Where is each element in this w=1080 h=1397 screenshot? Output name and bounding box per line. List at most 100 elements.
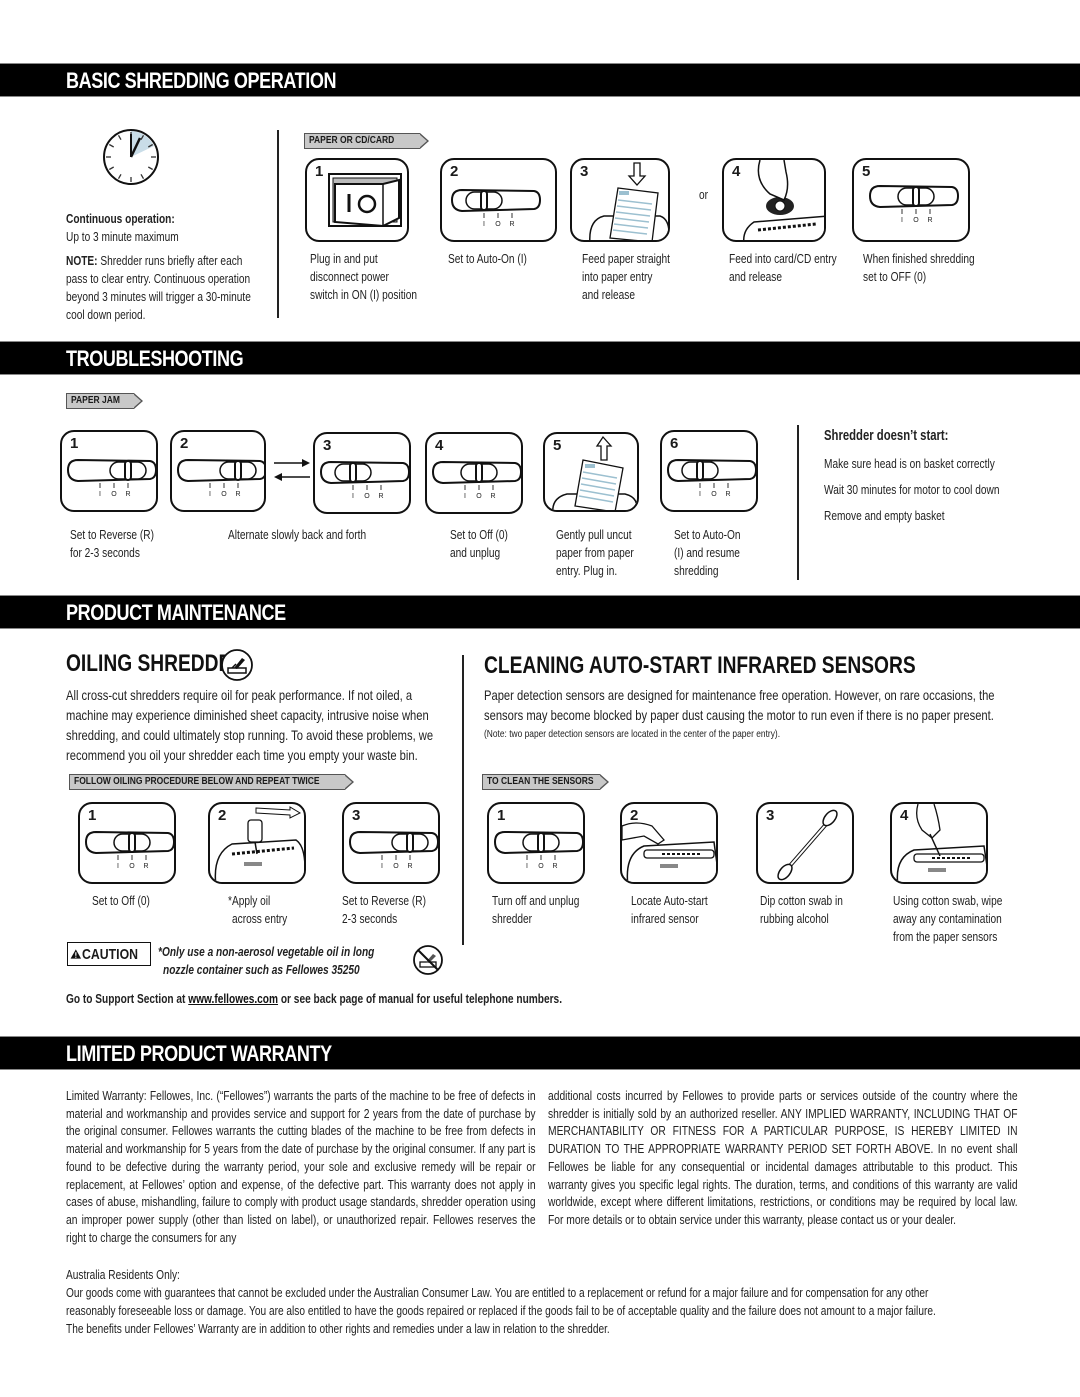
basic-step-5-caption-1: set to OFF (0) — [863, 269, 927, 284]
oil-step-1: 1 IOR — [78, 802, 176, 884]
switch-label-i: I — [483, 221, 485, 228]
basic-step-4-caption-0: Feed into card/CD entry — [729, 251, 837, 266]
jam-step-6: 6 IOR — [660, 430, 758, 512]
continuous-value: Up to 3 minute maximum — [66, 229, 179, 244]
no-start-title: Shredder doesn’t start: — [824, 428, 949, 444]
australia-line-1: reasonably foreseeable loss or damage. Y… — [66, 1303, 936, 1318]
basic-step-5-caption-0: When finished shredding — [863, 251, 975, 266]
jam-step-5-caption-2: entry. Plug in. — [556, 563, 618, 578]
basic-step-2-caption-0: Set to Auto-On (I) — [448, 251, 527, 266]
back-forth-arrows-icon — [274, 459, 310, 481]
oiling-title: OILING SHREDDER — [66, 650, 246, 677]
slider-switch-icon: IOR — [319, 456, 409, 504]
divider — [797, 425, 799, 580]
australia-label: Australia Residents Only: — [66, 1267, 180, 1282]
jam-step-5-caption-1: paper from paper — [556, 545, 634, 560]
jam-step-1: 1 IOR — [60, 430, 158, 512]
basic-step-1-caption-2: switch in ON (I) position — [310, 287, 418, 302]
switch-label-o: O — [221, 491, 227, 498]
note-line-2: beyond 3 minutes will trigger a 30-minut… — [66, 289, 251, 304]
clock-icon — [100, 126, 162, 188]
paper-feed-icon — [589, 162, 668, 240]
no-start-item-2: Remove and empty basket — [824, 508, 945, 523]
switch-label-o: O — [111, 491, 117, 498]
sensor-step-3: 3 — [756, 802, 854, 884]
tag-paper-jam: PAPER JAM — [66, 393, 143, 409]
warranty-col-2: additional costs incurred by Fellowes to… — [548, 1088, 1018, 1227]
switch-label-r: R — [927, 217, 932, 224]
switch-label-r: R — [235, 491, 240, 498]
section-header-maintenance: PRODUCT MAINTENANCE — [0, 595, 1080, 629]
support-line: Go to Support Section at www.fellowes.co… — [66, 991, 563, 1006]
sensor-step-2-caption-1: infrared sensor — [631, 911, 699, 926]
slider-switch-icon: IOR — [176, 454, 264, 502]
slider-switch-icon: IOR — [666, 454, 756, 502]
locate-sensor-icon — [622, 822, 716, 882]
sensor-step-1-caption-0: Turn off and unplug — [492, 893, 580, 908]
sensor-step-4: 4 — [890, 802, 988, 884]
note-line-1: pass to clear entry. Continuous operatio… — [66, 271, 251, 286]
oil-step-2-caption-0: *Apply oil — [228, 893, 271, 908]
no-aerosol-icon — [413, 945, 443, 975]
sensor-step-3-caption-1: rubbing alcohol — [760, 911, 829, 926]
jam-step-5-caption-0: Gently pull uncut — [556, 527, 632, 542]
basic-step-4-caption-1: and release — [729, 269, 783, 284]
jam-step-4: 4 IOR — [425, 432, 523, 514]
slider-switch-icon: IOR — [84, 826, 174, 874]
tag-oiling-procedure: FOLLOW OILING PROCEDURE BELOW AND REPEAT… — [69, 774, 354, 790]
switch-label-r: R — [125, 491, 130, 498]
sensors-line-1: sensors may become blocked by paper dust… — [484, 707, 994, 723]
switch-label-i: I — [209, 491, 211, 498]
switch-label-r: R — [378, 493, 383, 500]
apply-oil-icon — [214, 806, 304, 882]
sensor-step-2: 2 — [620, 802, 718, 884]
sensors-note: (Note: two paper detection sensors are l… — [484, 728, 781, 740]
jam-step-4-caption-1: and unplug — [450, 545, 501, 560]
jam-step-4-caption-0: Set to Off (0) — [450, 527, 508, 542]
warranty-col-1: Limited Warranty: Fellowes, Inc. (“Fello… — [66, 1088, 536, 1245]
switch-label-r: R — [143, 863, 148, 870]
basic-step-3-caption-0: Feed paper straight — [582, 251, 670, 266]
slider-switch-icon: IOR — [450, 184, 542, 232]
switch-label-o: O — [711, 491, 717, 498]
divider — [277, 130, 279, 318]
note-label: NOTE: — [66, 253, 98, 268]
sensors-title: CLEANING AUTO-START INFRARED SENSORS — [484, 652, 916, 679]
fellowes-link[interactable]: www.fellowes.com — [188, 991, 278, 1006]
rocker-switch-icon — [328, 173, 402, 228]
oiling-line-3: recommend you oil your shredder each tim… — [66, 747, 418, 763]
no-start-item-1: Wait 30 minutes for motor to cool down — [824, 482, 1000, 497]
sensor-step-1-caption-1: shredder — [492, 911, 533, 926]
sensor-step-4-caption-1: away any contamination — [893, 911, 1002, 926]
switch-label-r: R — [725, 491, 730, 498]
wipe-sensor-icon — [896, 804, 986, 882]
slider-switch-icon: IOR — [868, 180, 960, 228]
basic-step-3-caption-2: and release — [582, 287, 636, 302]
basic-step-1-caption-1: disconnect power — [310, 269, 389, 284]
section-header-warranty: LIMITED PRODUCT WARRANTY — [0, 1036, 1080, 1070]
cotton-swab-icon — [777, 809, 838, 881]
cd-feed-icon — [742, 160, 824, 240]
switch-label-r: R — [509, 221, 514, 228]
switch-label-i: I — [699, 491, 701, 498]
section-title: TROUBLESHOOTING — [66, 346, 244, 371]
caution-line-0: *Only use a non-aerosol vegetable oil in… — [158, 944, 375, 959]
switch-label-i: I — [352, 493, 354, 500]
divider — [462, 655, 464, 945]
sensor-step-3-caption-0: Dip cotton swab in — [760, 893, 843, 908]
switch-label-o: O — [495, 221, 501, 228]
oil-step-3: 3 IOR — [342, 802, 440, 884]
no-start-item-0: Make sure head is on basket correctly — [824, 456, 995, 471]
jam-step-1-caption-0: Set to Reverse (R) — [70, 527, 154, 542]
caution-label: CAUTION — [81, 945, 138, 963]
switch-label-o: O — [476, 493, 482, 500]
switch-label-r: R — [552, 863, 557, 870]
basic-step-1-caption-0: Plug in and put — [310, 251, 378, 266]
switch-label-i: I — [381, 863, 383, 870]
switch-label-i: I — [99, 491, 101, 498]
note-line-3: cool down period. — [66, 307, 146, 322]
sensor-step-4-caption-0: Using cotton swab, wipe — [893, 893, 1003, 908]
caution-line-1: nozzle container such as Fellowes 35250 — [163, 962, 360, 977]
oil-step-3-caption-0: Set to Reverse (R) — [342, 893, 426, 908]
basic-step-3: 3 — [570, 158, 670, 242]
